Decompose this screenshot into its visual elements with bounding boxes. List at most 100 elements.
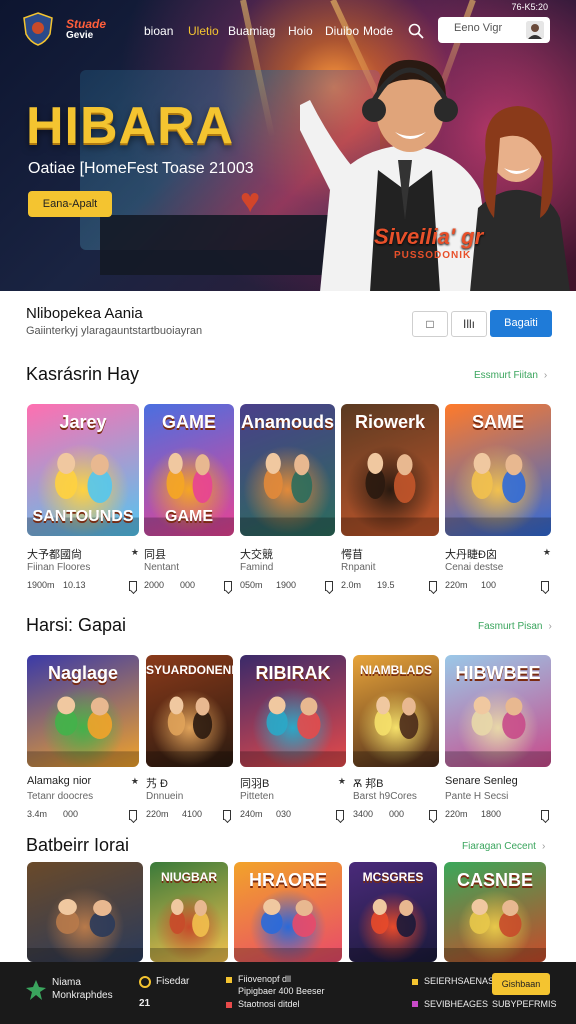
footer-mid-line2[interactable]: Pipigbaer 400 Beeser: [238, 986, 325, 996]
avatar[interactable]: [526, 21, 544, 39]
nav-link-6[interactable]: Mode: [363, 24, 393, 38]
hero-cta-button[interactable]: Eana-Apalt: [28, 191, 112, 217]
game-thumbnail[interactable]: CASNBE: [444, 862, 546, 962]
game-thumbnail[interactable]: Riowerk: [341, 404, 439, 536]
bullet-icon: [412, 1001, 418, 1007]
game-thumbnail[interactable]: HIBWBEE: [445, 655, 551, 767]
brand-wordmark[interactable]: Stuade Gevie: [66, 18, 106, 42]
game-thumbnail[interactable]: MCSGRES: [349, 862, 437, 962]
crest-logo-icon[interactable]: [22, 12, 54, 46]
brand-line1: Stuade: [66, 17, 107, 31]
grid-view-button[interactable]: □: [412, 311, 448, 337]
game-card[interactable]: Jarey SANTOUNDS 大予都國尙 ★ Fiinan Floores 1900m 1…: [27, 404, 139, 594]
search-icon[interactable]: [408, 23, 424, 39]
hero-title: HIBARA: [26, 97, 235, 155]
game-meta-size: 220m: [445, 580, 468, 590]
game-thumbnail[interactable]: GAME GAME: [144, 404, 234, 536]
leaf-logo-icon[interactable]: [24, 978, 48, 1002]
game-thumbnail[interactable]: [27, 862, 143, 962]
bookmark-icon[interactable]: [325, 581, 333, 591]
thumbnail-title: Riowerk: [354, 412, 426, 432]
bookmark-icon[interactable]: [429, 581, 437, 591]
game-thumbnail[interactable]: Naglage: [27, 655, 139, 767]
bookmark-icon[interactable]: [223, 810, 231, 820]
game-thumbnail[interactable]: Jarey SANTOUNDS: [27, 404, 139, 536]
chevron-right-icon: ›: [541, 841, 546, 852]
footer-mid-line3[interactable]: Staotnosi ditdel: [238, 999, 300, 1009]
primary-action-button[interactable]: Bagaiti: [490, 310, 552, 337]
footer-mid-line1[interactable]: Fiiovenopf dll: [238, 974, 291, 984]
thumbnail-title: MCSGRES: [362, 870, 424, 884]
nav-link-5[interactable]: Diuibo: [325, 24, 359, 38]
footer-coin-value: 21: [139, 998, 151, 1009]
game-thumbnail[interactable]: SYUARDONENE: [146, 655, 233, 767]
filter-title: Nlibopekea Aania: [26, 305, 143, 322]
nav-link-4[interactable]: Hoio: [288, 24, 313, 38]
heart-decoration: ♥: [240, 182, 261, 220]
footer-brand-line2: Monkraphdes: [52, 990, 113, 1001]
game-card[interactable]: NIUGBAR: [150, 862, 228, 962]
game-card[interactable]: GAME GAME 同县 Nentant 2000 000: [144, 404, 234, 594]
game-meta-size: 220m: [146, 809, 169, 819]
bookmark-icon[interactable]: [541, 581, 549, 591]
list-view-button[interactable]: Illı: [451, 311, 487, 337]
nav-link-1[interactable]: bioan: [144, 24, 173, 38]
game-thumbnail[interactable]: Anamouds: [240, 404, 335, 536]
game-meta-size: 220m: [445, 809, 468, 819]
game-thumbnail[interactable]: SAME: [445, 404, 551, 536]
section-title: Kasrásrin Hay: [26, 364, 140, 384]
game-meta-count: 1900: [276, 580, 297, 590]
hero-subtitle: Oatiae [HomeFest Toase 21003: [28, 160, 254, 177]
game-card[interactable]: Anamouds 大交競 Famind 050m 1900: [240, 404, 335, 594]
game-title: 大交競: [240, 549, 273, 561]
game-thumbnail[interactable]: RIBIRAK: [240, 655, 346, 767]
game-thumbnail[interactable]: HRAORE: [234, 862, 342, 962]
footer-right-line3[interactable]: SUBYPEFRMIS: [492, 999, 557, 1009]
game-card[interactable]: HRAORE: [234, 862, 342, 962]
game-card[interactable]: NIAMBLADS Ѫ 邦B Barst h9Cores 3400 000: [353, 655, 439, 823]
game-card[interactable]: Riowerk 愕苜 Rnpanit 2.0m 19.5: [341, 404, 439, 594]
game-card[interactable]: SAME 大丹睫Ð囟 ★ Cenai destse 220m 100: [445, 404, 551, 594]
bookmark-icon[interactable]: [129, 810, 137, 820]
bullet-icon: [412, 979, 418, 985]
game-subtitle: Pitteten: [240, 791, 274, 802]
footer-brand[interactable]: Niama Monkraphdes: [52, 976, 113, 1002]
bookmark-icon[interactable]: [429, 810, 437, 820]
section-see-more-link[interactable]: Fiaragan Cecent ›: [462, 841, 545, 852]
footer-action-button[interactable]: Gishbaan: [492, 973, 550, 995]
game-card[interactable]: CASNBE: [444, 862, 546, 962]
game-thumbnail[interactable]: NIUGBAR: [150, 862, 228, 962]
footer-right-line1[interactable]: SEIERHSAENAS: [424, 976, 494, 986]
game-card[interactable]: MCSGRES: [349, 862, 437, 962]
game-title: 愕苜: [341, 549, 363, 561]
game-card[interactable]: HIBWBEE Senare Senleg Pante H Secsi 220m 180…: [445, 655, 551, 823]
game-thumbnail[interactable]: NIAMBLADS: [353, 655, 439, 767]
game-card[interactable]: Naglage Alamakg nior ★ Tetanr doocres 3.4m 00…: [27, 655, 139, 823]
game-title: 同羽B: [240, 778, 270, 790]
game-title: 大予都國尙: [27, 549, 82, 561]
game-meta-count: 100: [481, 580, 497, 590]
footer-coin-label: Fisedar: [156, 976, 190, 987]
bookmark-icon[interactable]: [129, 581, 137, 591]
nav-link-3[interactable]: Buamiag: [228, 24, 275, 38]
nav-link-2[interactable]: Uletio: [188, 24, 219, 38]
game-title: Senare Senleg: [445, 775, 518, 787]
footer-right-line2[interactable]: SEVIBHEAGES: [424, 999, 488, 1009]
game-meta-count: 000: [180, 580, 196, 590]
star-icon: ★: [542, 547, 551, 557]
bullet-icon: [226, 1002, 232, 1008]
game-card[interactable]: RIBIRAK 同羽B ★ Pitteten 240m 030: [240, 655, 346, 823]
game-card[interactable]: SYUARDONENE 艿 Ð Dnnuein 220m 4100: [146, 655, 233, 823]
section-see-more-link[interactable]: Fasmurt Pisan ›: [478, 621, 552, 632]
bullet-icon: [226, 977, 232, 983]
game-card[interactable]: [27, 862, 143, 962]
bookmark-icon[interactable]: [224, 581, 232, 591]
character-art-icon: [27, 899, 143, 962]
section-see-more-link[interactable]: Essmurt Fiitan ›: [474, 370, 547, 381]
bookmark-icon[interactable]: [541, 810, 549, 820]
status-bar-time: 76-K5:20: [511, 2, 548, 12]
game-subtitle: Barst h9Cores: [353, 791, 417, 802]
bookmark-icon[interactable]: [336, 810, 344, 820]
star-icon: ★: [130, 547, 139, 557]
search-input[interactable]: Eeno Vigr: [438, 17, 550, 43]
